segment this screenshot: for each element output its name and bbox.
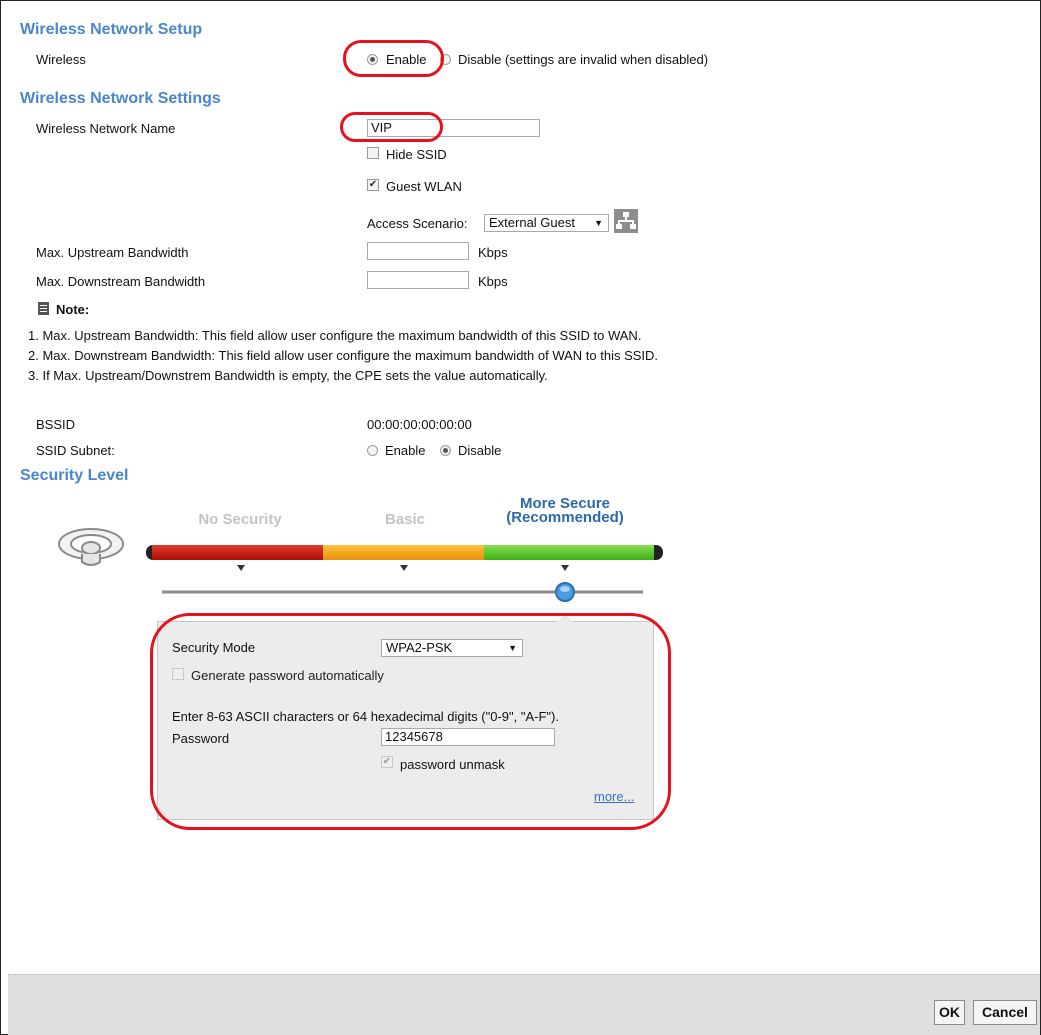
- note-title: Note:: [56, 302, 90, 317]
- bottom-bar: [8, 974, 1040, 1035]
- meter-segment-yellow: [323, 545, 484, 560]
- marker-no-security: [237, 565, 245, 571]
- guest-wlan-checkbox[interactable]: ✔: [367, 179, 379, 191]
- guest-wlan-label: Guest WLAN: [386, 179, 462, 194]
- ssid-subnet-disable-radio[interactable]: [440, 445, 451, 456]
- bssid-value: 00:00:00:00:00:00: [367, 417, 472, 432]
- ssid-subnet-disable-label: Disable: [458, 443, 502, 456]
- level-no-security-label[interactable]: No Security: [175, 511, 305, 528]
- highlight-enable-oval: [343, 40, 444, 77]
- note-icon: [38, 302, 49, 315]
- meter-segment-red: [152, 545, 323, 560]
- hide-ssid-checkbox[interactable]: [367, 147, 379, 159]
- upstream-input[interactable]: [367, 242, 469, 260]
- ok-button[interactable]: OK: [934, 1000, 965, 1025]
- chevron-down-icon: ▼: [594, 218, 603, 228]
- security-level-meter: [146, 545, 663, 602]
- bssid-label: BSSID: [36, 417, 76, 432]
- network-diagram-icon[interactable]: [614, 209, 638, 233]
- upstream-label: Max. Upstream Bandwidth: [36, 245, 189, 260]
- meter-segment-green: [484, 545, 654, 560]
- ssid-subnet-enable-radio[interactable]: [367, 445, 378, 456]
- note-item: 1. Max. Upstream Bandwidth: This field a…: [28, 328, 642, 343]
- upstream-unit: Kbps: [478, 245, 508, 260]
- marker-more-secure: [561, 565, 569, 571]
- ssid-subnet-row: SSID Subnet: Enable Disable: [0, 438, 1039, 456]
- downstream-unit: Kbps: [478, 274, 508, 289]
- highlight-security-oval: [150, 613, 671, 830]
- access-scenario-label: Access Scenario:: [367, 216, 468, 231]
- level-more-secure-label[interactable]: More Secure (Recommended): [485, 496, 645, 525]
- wireless-setup-title: Wireless Network Setup: [20, 21, 203, 38]
- downstream-input[interactable]: [367, 271, 469, 289]
- wireless-label: Wireless: [36, 52, 86, 67]
- slider-handle-highlight: [560, 586, 570, 592]
- note-item: 3. If Max. Upstream/Downstrem Bandwidth …: [28, 368, 548, 383]
- downstream-label: Max. Downstream Bandwidth: [36, 274, 206, 289]
- note-list: 1. Max. Upstream Bandwidth: This field a…: [28, 326, 658, 386]
- level-basic-label[interactable]: Basic: [360, 511, 450, 528]
- network-name-label: Wireless Network Name: [36, 121, 176, 136]
- access-scenario-value: External Guest: [489, 215, 575, 230]
- wifi-router-icon: [56, 522, 126, 570]
- marker-basic: [400, 565, 408, 571]
- security-level-title: Security Level: [20, 467, 129, 484]
- highlight-name-oval: [340, 112, 443, 142]
- ssid-subnet-label: SSID Subnet:: [36, 443, 115, 456]
- wireless-disable-label: Disable (settings are invalid when disab…: [458, 52, 709, 67]
- cancel-button[interactable]: Cancel: [973, 1000, 1037, 1025]
- hide-ssid-label: Hide SSID: [386, 147, 447, 162]
- note-item: 2. Max. Downstream Bandwidth: This field…: [28, 348, 659, 363]
- ssid-subnet-enable-label: Enable: [385, 443, 426, 456]
- wireless-settings-title: Wireless Network Settings: [20, 90, 221, 107]
- access-scenario-select[interactable]: External Guest ▼: [484, 214, 609, 232]
